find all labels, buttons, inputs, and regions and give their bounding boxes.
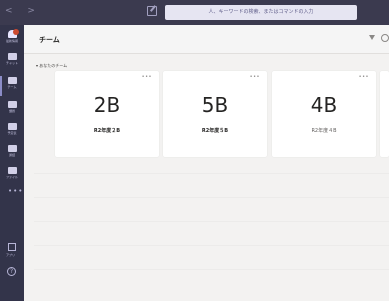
main-content: チーム ▾ あなたのチーム ••• 2B R2年度２B ••• 5B R2年度５… [24,25,389,301]
assignment-icon [7,101,17,108]
rail-item-label: 課題 [8,109,15,113]
notification-badge [13,29,19,35]
team-name: R2年度４B [311,128,337,134]
section-label[interactable]: ▾ あなたのチーム [36,63,67,69]
rail-item-files[interactable]: ファイル [0,165,24,187]
apps-icon[interactable] [8,243,16,251]
teams-icon [7,77,17,84]
more-apps-icon[interactable]: ••• [8,187,23,195]
back-forward-arrows-icon[interactable]: < > [5,6,41,16]
chat-icon [7,53,17,60]
team-avatar: 5B [201,93,229,117]
compose-icon[interactable] [147,6,157,16]
divider [34,173,389,174]
page-title: チーム [39,36,60,44]
rail-item-activity[interactable]: 最新情報 [0,27,24,49]
team-card[interactable]: ••• 2B R2年度２B [55,71,159,157]
team-name: R2年度５B [201,128,229,134]
app-bar: 最新情報 チャット チーム 課題 予定表 通話 ファイル ••• アプリ ? [0,25,24,301]
page-header: チーム [24,25,389,54]
divider [34,245,389,246]
search-input[interactable]: 人、キーワードの検索、またはコマンドの入力 [165,5,357,20]
team-avatar: 2B [93,93,121,117]
more-options-icon[interactable]: ••• [142,74,152,80]
divider [34,221,389,222]
rail-item-label: 最新情報 [5,39,18,43]
rail-item-label: チャット [6,61,18,65]
rail-item-teams[interactable]: チーム [0,75,24,97]
team-card[interactable]: ••• 5B R2年度５B [163,71,267,157]
rail-item-label: ファイル [5,175,18,179]
team-card[interactable]: ••• 4B R2年度４B [272,71,376,157]
filter-icon[interactable] [369,35,375,40]
team-card[interactable] [380,71,389,157]
divider [34,269,389,270]
file-icon [7,167,17,174]
rail-item-label: 通話 [8,153,15,157]
settings-icon[interactable] [381,34,389,42]
rail-item-chat[interactable]: チャット [0,51,24,73]
rail-item-assignments[interactable]: 課題 [0,99,24,121]
more-options-icon[interactable]: ••• [359,74,369,80]
divider [34,197,389,198]
title-bar: < > 人、キーワードの検索、またはコマンドの入力 [0,0,389,25]
rail-item-calls[interactable]: 通話 [0,143,24,165]
rail-item-calendar[interactable]: 予定表 [0,121,24,143]
team-avatar: 4B [310,93,338,117]
help-icon[interactable]: ? [7,267,16,276]
apps-label: アプリ [6,253,16,257]
rail-item-label: チーム [7,85,17,89]
calendar-icon [7,123,17,130]
team-name: R2年度２B [93,128,121,134]
phone-icon [7,145,17,152]
rail-item-label: 予定表 [7,131,17,135]
more-options-icon[interactable]: ••• [250,74,260,80]
